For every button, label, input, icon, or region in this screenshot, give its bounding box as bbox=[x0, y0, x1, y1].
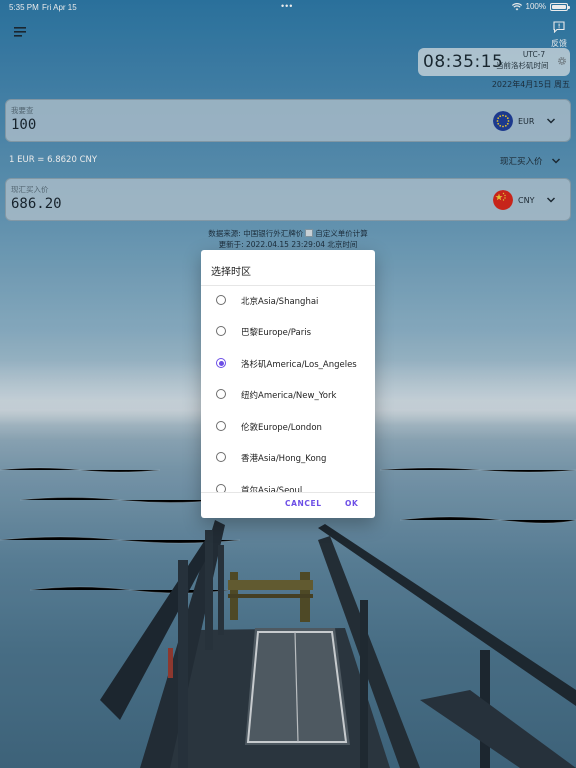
timezone-option-label: 伦敦Europe/London bbox=[241, 423, 322, 433]
radio-button[interactable] bbox=[216, 389, 226, 399]
dialog-title: 选择时区 bbox=[211, 267, 251, 278]
timezone-option[interactable]: 北京Asia/Shanghai bbox=[201, 286, 375, 316]
timezone-list[interactable]: 北京Asia/Shanghai 巴黎Europe/Paris 洛杉矶Americ… bbox=[201, 286, 375, 492]
timezone-dialog: 选择时区 北京Asia/Shanghai 巴黎Europe/Paris 洛杉矶A… bbox=[201, 250, 375, 518]
radio-button-checked[interactable] bbox=[216, 358, 226, 368]
timezone-option-label: 首尔Asia/Seoul bbox=[241, 486, 303, 492]
timezone-option-selected[interactable]: 洛杉矶America/Los_Angeles bbox=[201, 349, 375, 379]
timezone-option[interactable]: 香港Asia/Hong_Kong bbox=[201, 443, 375, 473]
radio-button[interactable] bbox=[216, 326, 226, 336]
timezone-option-label: 纽约America/New_York bbox=[241, 391, 337, 401]
timezone-option-label: 北京Asia/Shanghai bbox=[241, 297, 319, 307]
radio-button[interactable] bbox=[216, 484, 226, 492]
timezone-option[interactable]: 伦敦Europe/London bbox=[201, 412, 375, 442]
timezone-option[interactable]: 首尔Asia/Seoul bbox=[201, 475, 375, 492]
timezone-option-label: 洛杉矶America/Los_Angeles bbox=[241, 360, 357, 370]
ok-button[interactable]: OK bbox=[345, 499, 358, 508]
timezone-option-label: 巴黎Europe/Paris bbox=[241, 328, 311, 338]
radio-button[interactable] bbox=[216, 452, 226, 462]
divider bbox=[201, 492, 375, 493]
cancel-button[interactable]: CANCEL bbox=[285, 499, 322, 508]
timezone-option-label: 香港Asia/Hong_Kong bbox=[241, 454, 327, 464]
timezone-option[interactable]: 纽约America/New_York bbox=[201, 380, 375, 410]
radio-button[interactable] bbox=[216, 421, 226, 431]
timezone-option[interactable]: 巴黎Europe/Paris bbox=[201, 317, 375, 347]
radio-button[interactable] bbox=[216, 295, 226, 305]
